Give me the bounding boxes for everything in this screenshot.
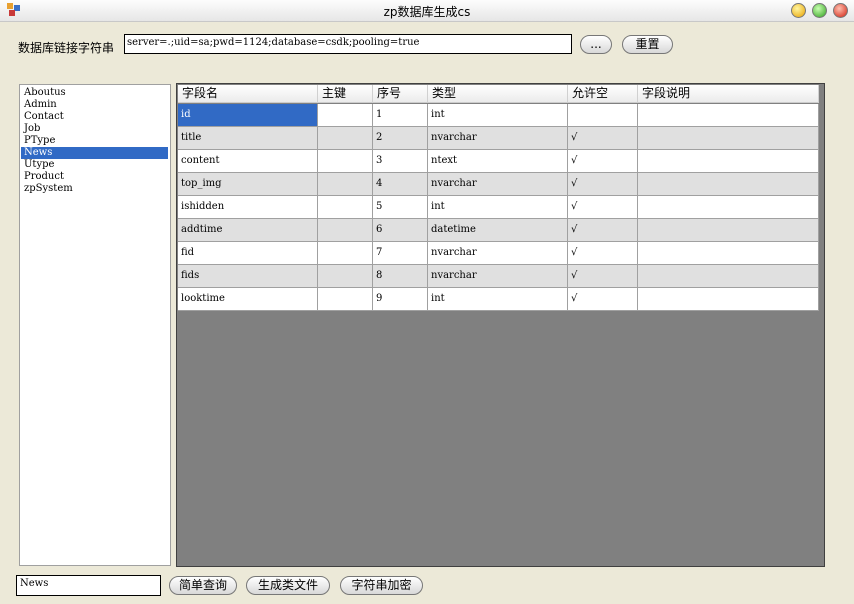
cell-order[interactable]: 7 — [373, 242, 428, 265]
cell-nullable[interactable]: √ — [568, 196, 638, 219]
cell-primary-key[interactable] — [318, 127, 373, 150]
cell-nullable[interactable]: √ — [568, 219, 638, 242]
cell-field-name[interactable]: top_img — [178, 173, 318, 196]
cell-field-name[interactable]: title — [178, 127, 318, 150]
list-item[interactable]: PType — [21, 135, 168, 147]
cell-primary-key[interactable] — [318, 104, 373, 127]
cell-field-name[interactable]: fid — [178, 242, 318, 265]
cell-description[interactable] — [638, 173, 819, 196]
table-row[interactable]: addtime 6 datetime √ — [178, 219, 819, 242]
column-header-nullable[interactable]: 允许空 — [568, 85, 638, 103]
cell-type[interactable]: nvarchar — [428, 173, 568, 196]
cell-description[interactable] — [638, 242, 819, 265]
cell-primary-key[interactable] — [318, 288, 373, 311]
table-row[interactable]: title 2 nvarchar √ — [178, 127, 819, 150]
cell-order[interactable]: 5 — [373, 196, 428, 219]
cell-order[interactable]: 1 — [373, 104, 428, 127]
list-item-selected[interactable]: News — [21, 147, 168, 159]
cell-type[interactable]: int — [428, 196, 568, 219]
column-header-order[interactable]: 序号 — [373, 85, 428, 103]
cell-field-name[interactable]: fids — [178, 265, 318, 288]
cell-nullable[interactable] — [568, 104, 638, 127]
cell-order[interactable]: 8 — [373, 265, 428, 288]
cell-nullable[interactable]: √ — [568, 150, 638, 173]
cell-order[interactable]: 3 — [373, 150, 428, 173]
cell-type[interactable]: nvarchar — [428, 127, 568, 150]
cell-nullable[interactable]: √ — [568, 242, 638, 265]
window-title: zp数据库生成cs — [383, 5, 471, 19]
cell-primary-key[interactable] — [318, 242, 373, 265]
cell-nullable[interactable]: √ — [568, 127, 638, 150]
table-list[interactable]: Aboutus Admin Contact Job PType News Uty… — [19, 84, 171, 566]
encrypt-string-button[interactable]: 字符串加密 — [340, 576, 423, 595]
generate-class-button[interactable]: 生成类文件 — [246, 576, 330, 595]
cell-description[interactable] — [638, 265, 819, 288]
cell-nullable[interactable]: √ — [568, 173, 638, 196]
table-name-input[interactable]: News — [16, 575, 161, 596]
table-row[interactable]: fid 7 nvarchar √ — [178, 242, 819, 265]
list-item[interactable]: Admin — [21, 99, 168, 111]
reset-button[interactable]: 重置 — [622, 35, 673, 54]
cell-order[interactable]: 9 — [373, 288, 428, 311]
list-item[interactable]: Aboutus — [21, 87, 168, 99]
cell-type[interactable]: nvarchar — [428, 265, 568, 288]
close-button[interactable] — [833, 3, 848, 18]
cell-type[interactable]: datetime — [428, 219, 568, 242]
cell-primary-key[interactable] — [318, 265, 373, 288]
cell-description[interactable] — [638, 150, 819, 173]
cell-order[interactable]: 4 — [373, 173, 428, 196]
column-header-field-name[interactable]: 字段名 — [178, 85, 318, 103]
minimize-button[interactable] — [791, 3, 806, 18]
cell-type[interactable]: ntext — [428, 150, 568, 173]
cell-description[interactable] — [638, 219, 819, 242]
cell-description[interactable] — [638, 104, 819, 127]
list-item[interactable]: Contact — [21, 111, 168, 123]
table-row[interactable]: looktime 9 int √ — [178, 288, 819, 311]
cell-field-name[interactable]: looktime — [178, 288, 318, 311]
table-row[interactable]: fids 8 nvarchar √ — [178, 265, 819, 288]
list-item[interactable]: Product — [21, 171, 168, 183]
cell-description[interactable] — [638, 127, 819, 150]
connection-string-label: 数据库链接字符串 — [18, 41, 115, 55]
simple-query-button[interactable]: 简单查询 — [169, 576, 237, 595]
cell-order[interactable]: 2 — [373, 127, 428, 150]
fields-grid[interactable]: 字段名 主键 序号 类型 允许空 字段说明 id 1 int title 2 nvarchar √ co… — [176, 83, 825, 567]
cell-type[interactable]: int — [428, 288, 568, 311]
cell-type[interactable]: int — [428, 104, 568, 127]
table-row[interactable]: id 1 int — [178, 104, 819, 127]
list-item[interactable]: Utype — [21, 159, 168, 171]
list-item[interactable]: zpSystem — [21, 183, 168, 195]
cell-primary-key[interactable] — [318, 219, 373, 242]
title-bar: zp数据库生成cs — [0, 0, 854, 22]
column-header-description[interactable]: 字段说明 — [638, 85, 819, 103]
cell-field-name[interactable]: addtime — [178, 219, 318, 242]
column-header-primary-key[interactable]: 主键 — [318, 85, 373, 103]
cell-order[interactable]: 6 — [373, 219, 428, 242]
cell-primary-key[interactable] — [318, 150, 373, 173]
maximize-button[interactable] — [812, 3, 827, 18]
cell-field-name[interactable]: content — [178, 150, 318, 173]
cell-field-name[interactable]: ishidden — [178, 196, 318, 219]
cell-nullable[interactable]: √ — [568, 265, 638, 288]
column-header-type[interactable]: 类型 — [428, 85, 568, 103]
cell-field-name[interactable]: id — [178, 104, 318, 127]
cell-nullable[interactable]: √ — [568, 288, 638, 311]
table-row[interactable]: ishidden 5 int √ — [178, 196, 819, 219]
cell-primary-key[interactable] — [318, 173, 373, 196]
table-row[interactable]: content 3 ntext √ — [178, 150, 819, 173]
connection-string-input[interactable]: server=.;uid=sa;pwd=1124;database=csdk;p… — [124, 34, 572, 54]
cell-description[interactable] — [638, 288, 819, 311]
browse-button[interactable]: ... — [580, 35, 612, 54]
grid-header: 字段名 主键 序号 类型 允许空 字段说明 — [178, 85, 819, 103]
cell-type[interactable]: nvarchar — [428, 242, 568, 265]
cell-primary-key[interactable] — [318, 196, 373, 219]
cell-description[interactable] — [638, 196, 819, 219]
table-row[interactable]: top_img 4 nvarchar √ — [178, 173, 819, 196]
list-item[interactable]: Job — [21, 123, 168, 135]
